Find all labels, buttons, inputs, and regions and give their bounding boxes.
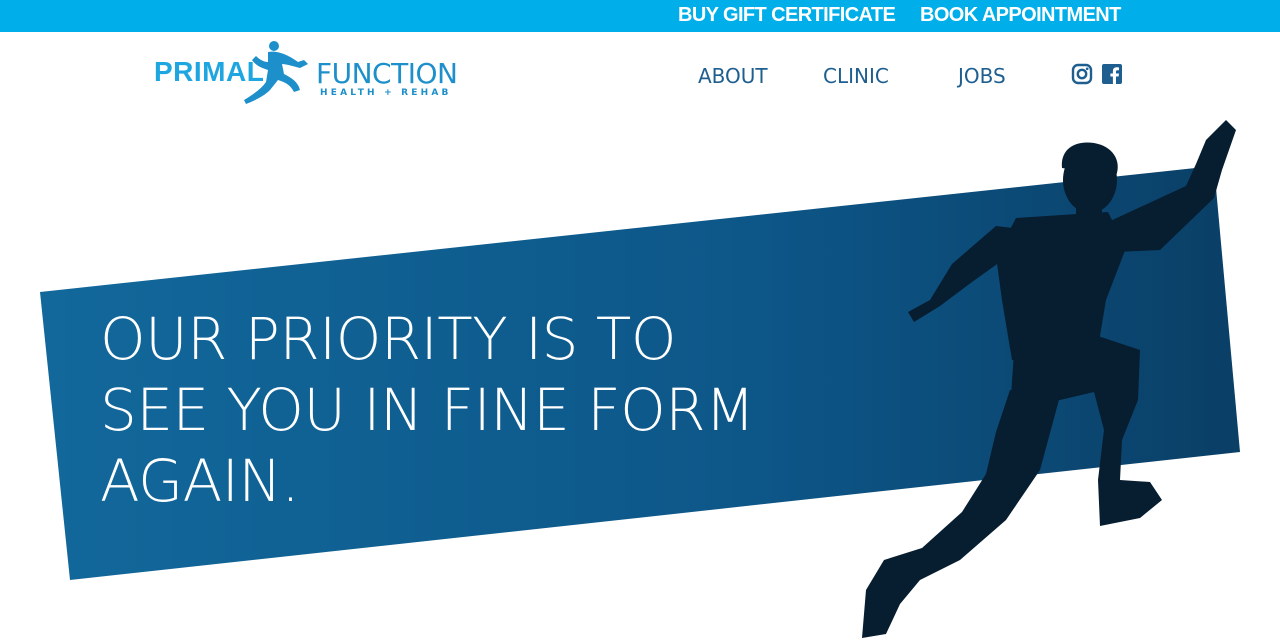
hero-headline: OUR PRIORITY IS TO SEE YOU IN FINE FORM … (100, 304, 860, 517)
hero-headline-line: AGAIN. (100, 447, 300, 515)
hero-headline-line: OUR PRIORITY IS TO (100, 305, 677, 373)
hero-headline-line: SEE YOU IN FINE FORM (100, 376, 755, 444)
